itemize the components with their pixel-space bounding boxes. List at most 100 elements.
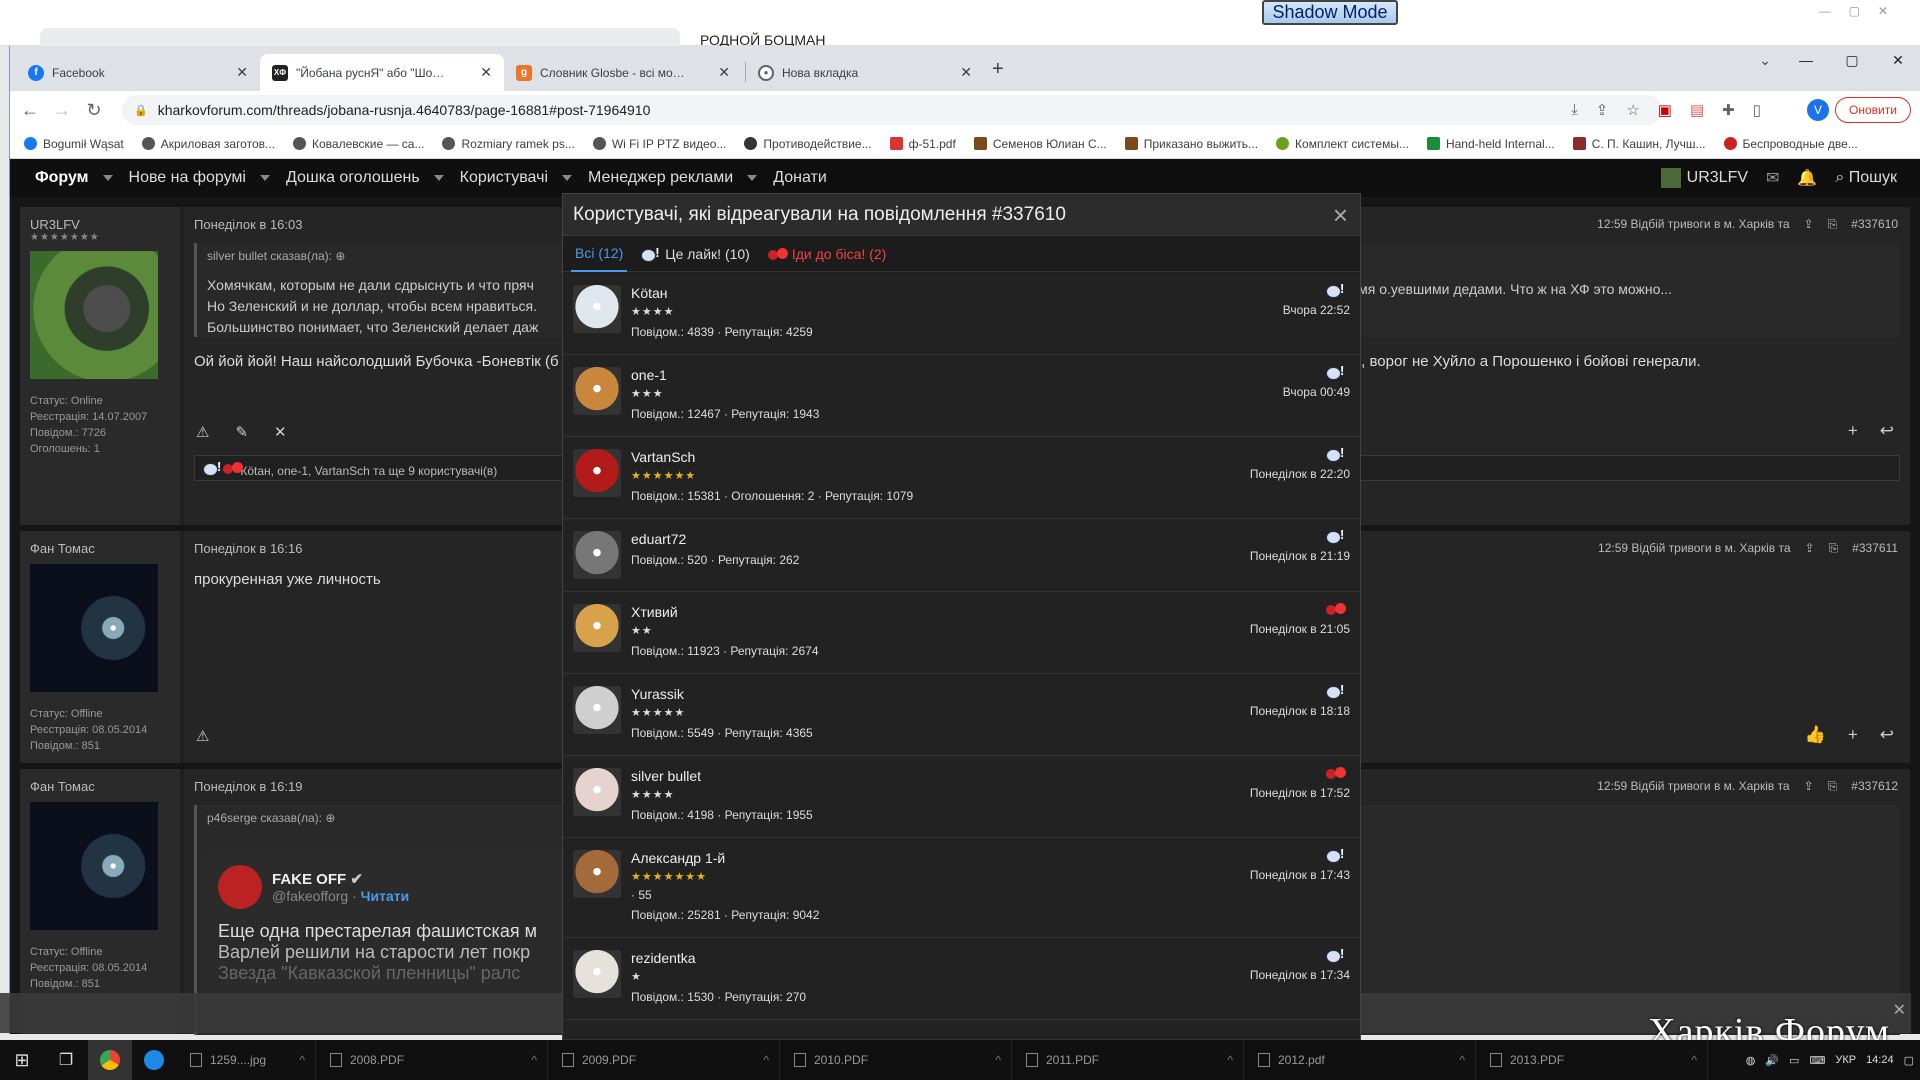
embedded-tweet[interactable]: FAKE OFF ✔ @fakeofforg · Читати Еще одна…	[204, 851, 584, 1011]
reaction-row[interactable]: rezidentka ★ Повідом.: 1530 · Репутація: 2…	[563, 938, 1360, 1020]
extension-icon[interactable]: ▤	[1690, 101, 1704, 119]
address-bar[interactable]: 🔒 kharkovforum.com/threads/jobana-rusnja…	[122, 95, 1662, 125]
caret-icon[interactable]	[562, 175, 572, 181]
chevron-up-icon[interactable]: ^	[531, 1053, 537, 1067]
reaction-username[interactable]: eduart72	[631, 531, 686, 547]
caret-icon[interactable]	[102, 175, 113, 181]
bookmark-item[interactable]: Акриловая заготов...	[141, 137, 275, 151]
reaction-username[interactable]: VartanSch	[631, 449, 695, 465]
forward-icon[interactable]: →	[46, 100, 78, 121]
reaction-row[interactable]: VartanSch ★★★★★★ Повідом.: 15381 · Оголоше…	[563, 437, 1360, 519]
taskbar-item[interactable]: 2009.PDF ^	[548, 1040, 780, 1080]
minimize-icon[interactable]: —	[1783, 46, 1829, 76]
user-avatar[interactable]	[573, 768, 621, 816]
reaction-row[interactable]: Yurassik ★★★★★ Повідом.: 5549 · Репутація:…	[563, 674, 1360, 756]
delete-icon[interactable]: ✕	[274, 423, 287, 441]
tab-facebook[interactable]: f Facebook ✕	[16, 54, 260, 91]
reaction-username[interactable]: Kötан	[631, 285, 668, 301]
reaction-username[interactable]: Александр 1-й	[631, 850, 725, 866]
caret-icon[interactable]	[747, 175, 758, 181]
alert-ticker[interactable]: 12:59 Відбій тривоги в м. Харків та	[1598, 541, 1790, 556]
taskbar-item[interactable]: 2008.PDF ^	[316, 1040, 548, 1080]
reaction-username[interactable]: rezidentka	[631, 950, 696, 966]
tab-new[interactable]: ● Нова вкладка ✕	[746, 54, 984, 91]
chevron-up-icon[interactable]: ^	[1691, 1053, 1697, 1067]
lock-icon[interactable]: 🔒	[134, 104, 148, 117]
reaction-username[interactable]: silver bullet	[631, 768, 701, 784]
inbox-icon[interactable]: ✉	[1766, 168, 1779, 188]
reaction-username[interactable]: one-1	[631, 367, 667, 383]
bookmark-icon[interactable]: ⎘	[1829, 541, 1839, 556]
reaction-row[interactable]: eduart72 Повідом.: 520 · Репутація: 262 По…	[563, 519, 1360, 592]
user-avatar[interactable]	[573, 686, 621, 734]
tab-forum[interactable]: XФ "Йобана руснЯ" або "Шо там у ✕	[260, 54, 504, 91]
app-taskbar-icon[interactable]	[132, 1040, 176, 1080]
tweet-follow[interactable]: Читати	[361, 888, 410, 904]
chevron-up-icon[interactable]: ^	[299, 1053, 305, 1067]
post-date[interactable]: Понеділок в 16:03	[194, 217, 302, 232]
nav-account[interactable]: UR3LFV	[1660, 168, 1748, 188]
nav-donate[interactable]: Донати	[773, 169, 827, 187]
bookmark-item[interactable]: Беспроводные две...	[1723, 137, 1858, 151]
tab-devil[interactable]: Іди до біса! (2)	[764, 236, 890, 272]
nav-ads[interactable]: Менеджер реклами	[588, 169, 758, 187]
new-tab-icon[interactable]: +	[992, 58, 1004, 81]
star-icon[interactable]: ☆	[1626, 101, 1639, 119]
multiquote-icon[interactable]: +	[1848, 421, 1858, 441]
alert-ticker[interactable]: 12:59 Відбій тривоги в м. Харків та	[1597, 217, 1789, 232]
post-username[interactable]: UR3LFV	[30, 217, 180, 232]
taskbar-item[interactable]: 2010.PDF ^	[780, 1040, 1012, 1080]
share-icon[interactable]: ⇪	[1805, 541, 1815, 556]
post-id[interactable]: #337612	[1851, 779, 1898, 794]
pdf-extension-icon[interactable]: ▣	[1658, 101, 1672, 119]
report-icon[interactable]: ⚠	[196, 423, 209, 441]
bell-icon[interactable]: 🔔	[1797, 168, 1817, 188]
volume-icon[interactable]: 🔊	[1765, 1054, 1779, 1067]
user-avatar[interactable]	[573, 285, 621, 333]
tab-all[interactable]: Всі (12)	[571, 236, 628, 272]
post-username[interactable]: Фан Томас	[30, 541, 180, 556]
reaction-username[interactable]: Yurassik	[631, 686, 684, 702]
nav-classifieds[interactable]: Дошка оголошень	[286, 169, 444, 187]
nav-users[interactable]: Користувачі	[460, 169, 572, 187]
network-icon[interactable]: ◍	[1746, 1054, 1756, 1067]
bookmark-item[interactable]: Приказано выжить...	[1124, 137, 1258, 151]
user-avatar[interactable]	[30, 802, 158, 930]
update-button[interactable]: Оновити	[1835, 97, 1911, 123]
bookmark-item[interactable]: Противодействие...	[744, 137, 872, 151]
bookmark-item[interactable]: Комплект системы...	[1276, 137, 1409, 151]
multiquote-icon[interactable]: +	[1848, 725, 1858, 745]
reply-icon[interactable]: ↩	[1880, 725, 1894, 745]
caret-icon[interactable]	[259, 175, 270, 181]
tab-like[interactable]: Це лайк! (10)	[637, 236, 754, 272]
bookmark-item[interactable]: Bogumił Wąsat	[24, 137, 124, 151]
back-icon[interactable]: ←	[14, 100, 46, 121]
share-icon[interactable]: ⇪	[1804, 217, 1814, 232]
windows-start-icon[interactable]: ⊞	[0, 1040, 44, 1080]
reply-icon[interactable]: ↩	[1880, 421, 1894, 441]
bookmark-item[interactable]: ф-51.pdf	[889, 137, 956, 151]
clock[interactable]: 14:24	[1866, 1054, 1894, 1066]
user-avatar[interactable]	[573, 367, 621, 415]
nav-forum[interactable]: Форум	[35, 169, 113, 187]
bookmark-item[interactable]: Семенов Юлиан С...	[973, 137, 1107, 151]
edit-icon[interactable]: ✎	[235, 423, 248, 441]
bookmark-item[interactable]: Hand-held Internal...	[1426, 137, 1555, 151]
taskbar-item[interactable]: 2013.PDF ^	[1476, 1040, 1708, 1080]
arrow-up-icon[interactable]: ⊕	[335, 249, 345, 263]
profile-avatar[interactable]: V	[1807, 99, 1829, 121]
bookmark-icon[interactable]: ⎘	[1828, 217, 1838, 232]
user-avatar[interactable]	[573, 950, 621, 998]
puzzle-icon[interactable]: ✚	[1722, 101, 1735, 119]
close-tab-icon[interactable]: ✕	[718, 64, 730, 81]
reaction-row[interactable]: Александр 1-й ★★★★★★★ · 55 Повідом.: 25281 …	[563, 838, 1360, 938]
close-tab-icon[interactable]: ✕	[480, 64, 492, 81]
user-avatar[interactable]	[573, 850, 621, 898]
bookmark-icon[interactable]: ⎘	[1828, 779, 1838, 794]
notifications-icon[interactable]: ▢	[1904, 1054, 1914, 1067]
arrow-up-icon[interactable]: ⊕	[325, 811, 335, 825]
reaction-row[interactable]: silver bullet ★★★★ Повідом.: 4198 · Репута…	[563, 756, 1360, 838]
sidepanel-icon[interactable]: ▯	[1753, 101, 1761, 119]
share-icon[interactable]: ⇪	[1596, 101, 1609, 119]
taskbar-item[interactable]: 2012.pdf ^	[1244, 1040, 1476, 1080]
